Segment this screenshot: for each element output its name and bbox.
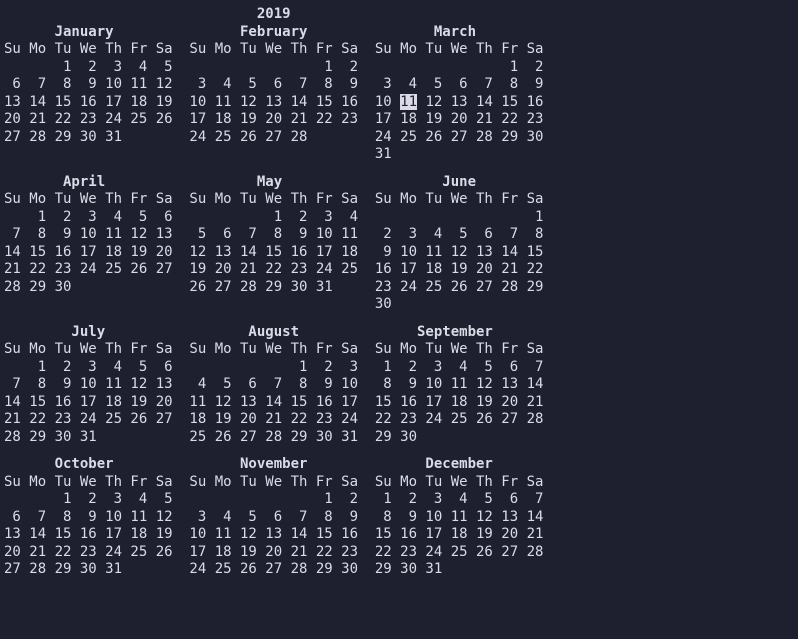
month-titles: January February March — [4, 24, 798, 42]
today-highlight: 11 — [400, 94, 417, 110]
week-line: 1 2 3 4 5 6 1 2 3 4 1 — [4, 209, 798, 227]
month-row-2: April May June Su Mo Tu We Th Fr Sa Su M… — [4, 174, 798, 314]
week-line: 14 15 16 17 18 19 20 11 12 13 14 15 16 1… — [4, 394, 798, 412]
week-line: 20 21 22 23 24 25 26 17 18 19 20 21 22 2… — [4, 111, 798, 129]
week-line: 7 8 9 10 11 12 13 4 5 6 7 8 9 10 8 9 10 … — [4, 376, 798, 394]
week-line: 1 2 3 4 5 1 2 1 2 3 4 5 6 7 — [4, 491, 798, 509]
week-line: 1 2 3 4 5 6 1 2 3 1 2 3 4 5 6 7 — [4, 359, 798, 377]
week-line: 7 8 9 10 11 12 13 5 6 7 8 9 10 11 2 3 4 … — [4, 226, 798, 244]
week-line: 21 22 23 24 25 26 27 18 19 20 21 22 23 2… — [4, 411, 798, 429]
week-line: 31 — [4, 146, 798, 164]
weekday-header: Su Mo Tu We Th Fr Sa Su Mo Tu We Th Fr S… — [4, 341, 798, 359]
month-titles: October November December — [4, 456, 798, 474]
week-line: 6 7 8 9 10 11 12 3 4 5 6 7 8 9 3 4 5 6 7… — [4, 76, 798, 94]
calendar-year-view: 2019 January February March Su Mo Tu We … — [0, 0, 798, 579]
weekday-header: Su Mo Tu We Th Fr Sa Su Mo Tu We Th Fr S… — [4, 191, 798, 209]
week-line: 6 7 8 9 10 11 12 3 4 5 6 7 8 9 8 9 10 11… — [4, 509, 798, 527]
week-line: 13 14 15 16 17 18 19 10 11 12 13 14 15 1… — [4, 94, 798, 112]
weekday-header: Su Mo Tu We Th Fr Sa Su Mo Tu We Th Fr S… — [4, 41, 798, 59]
month-row-3: July August September Su Mo Tu We Th Fr … — [4, 324, 798, 447]
week-line: 21 22 23 24 25 26 27 19 20 21 22 23 24 2… — [4, 261, 798, 279]
month-row-1: January February March Su Mo Tu We Th Fr… — [4, 24, 798, 164]
weekday-header: Su Mo Tu We Th Fr Sa Su Mo Tu We Th Fr S… — [4, 474, 798, 492]
week-line: 27 28 29 30 31 24 25 26 27 28 29 30 29 3… — [4, 561, 798, 579]
week-line: 1 2 3 4 5 1 2 1 2 — [4, 59, 798, 77]
month-row-4: October November December Su Mo Tu We Th… — [4, 456, 798, 579]
year-title: 2019 — [4, 6, 798, 24]
week-line: 20 21 22 23 24 25 26 17 18 19 20 21 22 2… — [4, 544, 798, 562]
month-titles: July August September — [4, 324, 798, 342]
week-line: 28 29 30 26 27 28 29 30 31 23 24 25 26 2… — [4, 279, 798, 297]
week-line: 30 — [4, 296, 798, 314]
week-line: 13 14 15 16 17 18 19 10 11 12 13 14 15 1… — [4, 526, 798, 544]
week-line: 27 28 29 30 31 24 25 26 27 28 24 25 26 2… — [4, 129, 798, 147]
month-titles: April May June — [4, 174, 798, 192]
week-line: 28 29 30 31 25 26 27 28 29 30 31 29 30 — [4, 429, 798, 447]
week-line: 14 15 16 17 18 19 20 12 13 14 15 16 17 1… — [4, 244, 798, 262]
